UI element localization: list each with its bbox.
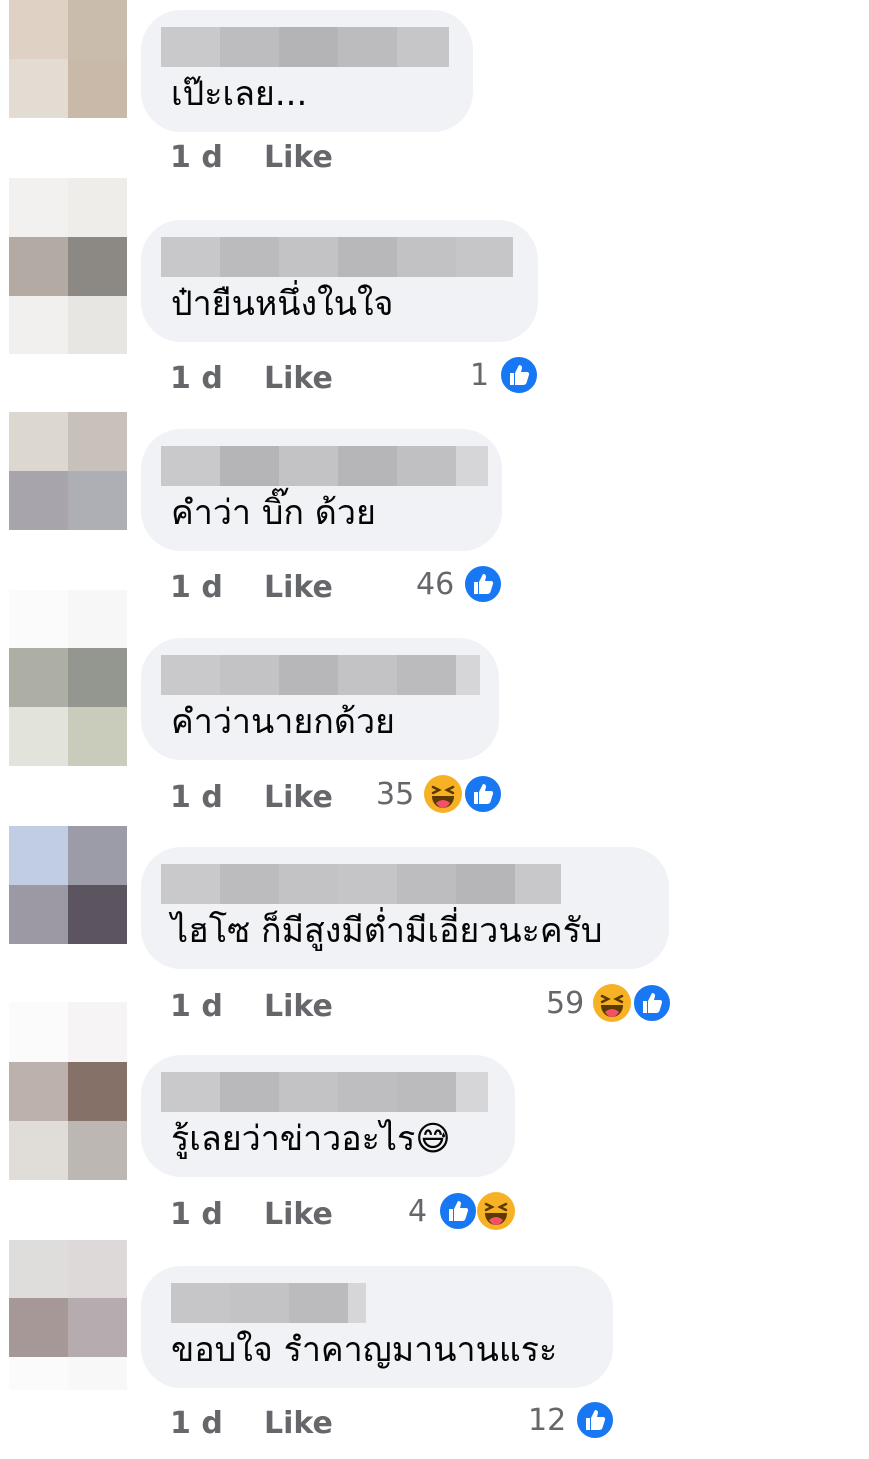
- comment-timestamp[interactable]: 1 d: [170, 780, 223, 815]
- like-icon: [499, 355, 539, 395]
- comment-item: ขอบใจ รำคาญมานานแระ 1 d Like 12: [0, 1240, 869, 1459]
- comment-timestamp[interactable]: 1 d: [170, 140, 223, 175]
- reaction-count[interactable]: 4: [408, 1194, 427, 1229]
- blurred-username[interactable]: [161, 1072, 488, 1112]
- like-button[interactable]: Like: [264, 361, 333, 396]
- avatar[interactable]: [9, 0, 127, 118]
- haha-icon: [476, 1191, 516, 1231]
- reaction-count[interactable]: 1: [470, 358, 489, 393]
- comment-item: เป๊ะเลย... 1 d Like: [0, 0, 869, 200]
- comment-bubble: คำว่านายกด้วย: [141, 638, 499, 760]
- blurred-username[interactable]: [161, 237, 513, 277]
- blurred-username[interactable]: [171, 1283, 366, 1323]
- comment-timestamp[interactable]: 1 d: [170, 361, 223, 396]
- comment-text: ไฮโซ ก็มีสูงมีต่ำมีเอี่ยวนะครับ: [171, 911, 603, 951]
- blurred-username[interactable]: [161, 655, 480, 695]
- comment-item: รู้เลยว่าข่าวอะไร😅 1 d Like 4: [0, 1002, 869, 1242]
- avatar[interactable]: [9, 590, 127, 766]
- haha-icon: [423, 774, 463, 814]
- avatar[interactable]: [9, 826, 127, 944]
- reaction-icons[interactable]: [438, 1191, 518, 1231]
- blurred-username[interactable]: [161, 446, 488, 486]
- comment-item: คำว่านายกด้วย 1 d Like 35: [0, 590, 869, 830]
- comment-item: ป๋ายืนหนึ่งในใจ 1 d Like 1: [0, 178, 869, 396]
- avatar[interactable]: [9, 178, 127, 354]
- avatar[interactable]: [9, 1240, 127, 1390]
- blurred-username[interactable]: [161, 864, 561, 904]
- comment-text: รู้เลยว่าข่าวอะไร😅: [171, 1119, 451, 1159]
- reaction-count[interactable]: 12: [528, 1403, 566, 1438]
- comment-bubble: เป๊ะเลย...: [141, 10, 473, 132]
- comment-timestamp[interactable]: 1 d: [170, 1197, 223, 1232]
- like-button[interactable]: Like: [264, 1406, 333, 1441]
- comment-text: คำว่านายกด้วย: [171, 702, 395, 742]
- like-icon: [438, 1191, 478, 1231]
- comment-text: ขอบใจ รำคาญมานานแระ: [171, 1330, 558, 1370]
- avatar[interactable]: [9, 1002, 127, 1180]
- comment-bubble: ขอบใจ รำคาญมานานแระ: [141, 1266, 613, 1388]
- like-button[interactable]: Like: [264, 1197, 333, 1232]
- comment-text: ป๋ายืนหนึ่งในใจ: [171, 284, 394, 324]
- reaction-count[interactable]: 35: [376, 777, 414, 812]
- like-icon: [463, 774, 503, 814]
- reaction-icons[interactable]: [423, 774, 503, 814]
- blurred-username[interactable]: [161, 27, 449, 67]
- comment-bubble: คำว่า บิ๊ก ด้วย: [141, 429, 502, 551]
- comment-timestamp[interactable]: 1 d: [170, 1406, 223, 1441]
- avatar[interactable]: [9, 412, 127, 530]
- comment-bubble: ไฮโซ ก็มีสูงมีต่ำมีเอี่ยวนะครับ: [141, 847, 669, 969]
- like-icon: [575, 1400, 615, 1440]
- like-button[interactable]: Like: [264, 140, 333, 175]
- comment-bubble: ป๋ายืนหนึ่งในใจ: [141, 220, 538, 342]
- like-button[interactable]: Like: [264, 780, 333, 815]
- comment-text: เป๊ะเลย...: [171, 74, 308, 114]
- comment-text: คำว่า บิ๊ก ด้วย: [171, 493, 376, 533]
- comment-bubble: รู้เลยว่าข่าวอะไร😅: [141, 1055, 515, 1177]
